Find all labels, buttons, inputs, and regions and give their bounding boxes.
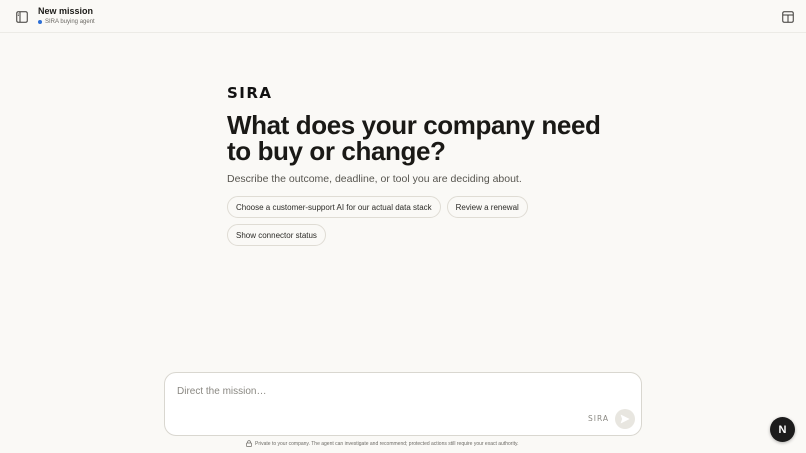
suggestion-chips: Choose a customer-support AI for our act… <box>227 196 567 246</box>
assistant-launcher-button[interactable]: N <box>770 417 795 442</box>
sira-logo: SIRA <box>227 84 273 102</box>
welcome-section: SIRA What does your company need to buy … <box>227 84 607 246</box>
page-title: New mission <box>38 6 94 16</box>
mission-input[interactable] <box>177 383 577 399</box>
sidebar-toggle-icon[interactable] <box>14 9 30 25</box>
lock-icon <box>246 440 252 447</box>
top-bar: New mission SIRA buying agent <box>0 0 806 33</box>
send-icon <box>620 414 630 424</box>
panel-toggle-icon[interactable] <box>780 9 796 25</box>
mission-composer: SIRA <box>164 372 642 436</box>
agent-status: SIRA buying agent <box>38 18 95 26</box>
agent-name: SIRA buying agent <box>45 19 95 25</box>
mission-header: New mission SIRA buying agent <box>38 6 95 26</box>
suggestion-chip-connector-status[interactable]: Show connector status <box>227 224 326 246</box>
privacy-note-text: Private to your company. The agent can i… <box>255 440 519 447</box>
suggestion-chip-customer-support-ai[interactable]: Choose a customer-support AI for our act… <box>227 196 441 218</box>
composer-brand-label: SIRA <box>588 414 610 423</box>
assistant-launcher-label: N <box>778 423 787 436</box>
subheading: Describe the outcome, deadline, or tool … <box>227 173 522 185</box>
status-dot-icon <box>38 20 42 24</box>
suggestion-chip-review-renewal[interactable]: Review a renewal <box>446 196 528 218</box>
headline: What does your company need to buy or ch… <box>227 110 601 166</box>
send-button[interactable] <box>615 409 635 429</box>
privacy-note: Private to your company. The agent can i… <box>246 440 518 447</box>
